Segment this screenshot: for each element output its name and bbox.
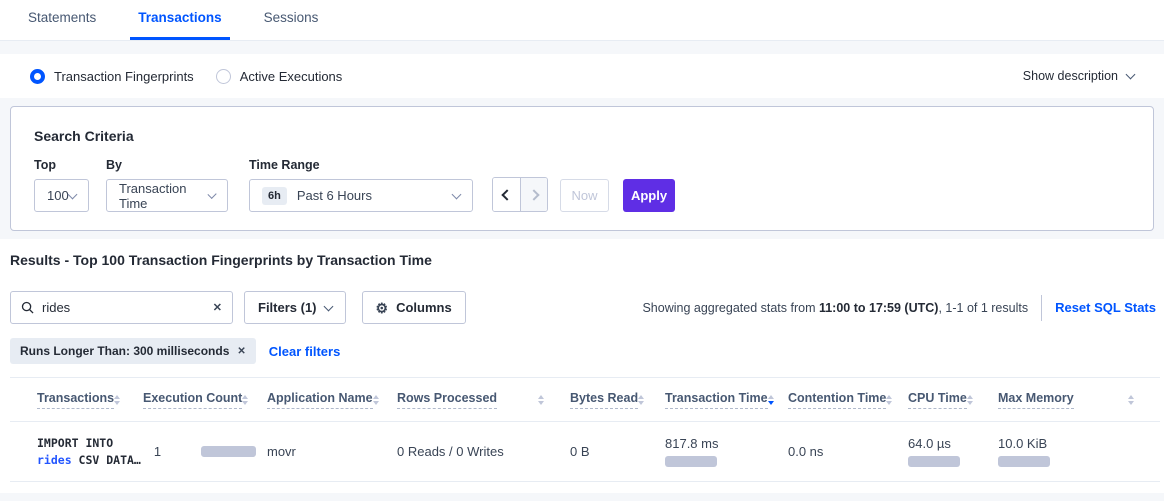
- sort-icon[interactable]: [638, 395, 644, 405]
- search-criteria-title: Search Criteria: [34, 128, 1130, 144]
- sort-icon[interactable]: [373, 395, 379, 405]
- execution-count-bar: [201, 446, 256, 457]
- column-header-transactions[interactable]: Transactions: [10, 378, 143, 422]
- radio-active-executions[interactable]: Active Executions: [216, 69, 343, 84]
- stats-time-range: 11:00 to 17:59 (UTC): [819, 301, 938, 315]
- results-toolbar: ✕ Filters (1) ⚙ Columns Showing aggregat…: [10, 291, 1156, 324]
- time-window-nav: [492, 177, 548, 212]
- sort-descending-icon[interactable]: [768, 395, 774, 405]
- radio-label: Transaction Fingerprints: [54, 69, 194, 84]
- show-description-label: Show description: [1023, 69, 1118, 83]
- transactions-table: Transactions Execution Count Application…: [10, 377, 1160, 482]
- sort-icon[interactable]: [886, 395, 892, 405]
- cell-bytes-read: 0 B: [570, 422, 665, 482]
- filter-chip[interactable]: Runs Longer Than: 300 milliseconds ✕: [10, 338, 256, 364]
- now-button[interactable]: Now: [560, 179, 609, 212]
- table-row: IMPORT INTO rides CSV DATA… 1 movr 0 Rea…: [10, 422, 1160, 482]
- filters-button[interactable]: Filters (1): [244, 291, 346, 324]
- radio-unselected-icon: [216, 69, 231, 84]
- cell-max-memory: 10.0 KiB: [998, 422, 1160, 482]
- apply-button[interactable]: Apply: [623, 179, 675, 212]
- time-range-value: Past 6 Hours: [297, 188, 372, 203]
- table-header-row: Transactions Execution Count Application…: [10, 378, 1160, 422]
- by-select[interactable]: Transaction Time: [106, 179, 228, 212]
- results-heading: Results - Top 100 Transaction Fingerprin…: [10, 252, 1156, 268]
- radio-selected-icon: [30, 69, 45, 84]
- tab-transactions[interactable]: Transactions: [130, 10, 229, 40]
- clear-filters-link[interactable]: Clear filters: [269, 344, 341, 359]
- results-section: Results - Top 100 Transaction Fingerprin…: [0, 239, 1164, 493]
- toolbar-right: Showing aggregated stats from 11:00 to 1…: [642, 295, 1156, 321]
- time-range-select[interactable]: 6h Past 6 Hours: [249, 179, 473, 212]
- vertical-divider: [1041, 295, 1042, 321]
- cell-application-name: movr: [267, 422, 397, 482]
- remove-filter-icon[interactable]: ✕: [237, 346, 245, 357]
- sort-icon[interactable]: [1128, 395, 1134, 405]
- cell-transaction-time: 817.8 ms: [665, 422, 788, 482]
- filter-chip-label: Runs Longer Than: 300 milliseconds: [20, 344, 229, 358]
- search-box[interactable]: ✕: [10, 291, 233, 324]
- column-header-transaction-time[interactable]: Transaction Time: [665, 378, 788, 422]
- chevron-down-icon: [1126, 70, 1136, 80]
- chevron-down-icon: [452, 189, 462, 199]
- column-header-contention-time[interactable]: Contention Time: [788, 378, 908, 422]
- sort-icon[interactable]: [242, 395, 248, 405]
- cell-transaction-fingerprint[interactable]: IMPORT INTO rides CSV DATA…: [10, 422, 143, 482]
- cell-cpu-time: 64.0 µs: [908, 422, 998, 482]
- reset-sql-stats-link[interactable]: Reset SQL Stats: [1055, 300, 1156, 315]
- radio-transaction-fingerprints[interactable]: Transaction Fingerprints: [30, 69, 194, 84]
- search-criteria-card: Search Criteria Top 100 By Transaction T…: [10, 106, 1154, 231]
- tab-statements[interactable]: Statements: [20, 10, 104, 40]
- show-description-toggle[interactable]: Show description: [1023, 69, 1134, 83]
- search-icon: [21, 301, 34, 314]
- column-header-bytes-read[interactable]: Bytes Read: [570, 378, 665, 422]
- chevron-down-icon: [68, 189, 78, 199]
- by-select-value: Transaction Time: [119, 181, 209, 211]
- cpu-time-bar: [908, 456, 960, 467]
- top-select-value: 100: [47, 188, 69, 203]
- search-match-highlight: rides: [37, 453, 72, 467]
- column-header-execution-count[interactable]: Execution Count: [143, 378, 267, 422]
- sort-icon[interactable]: [114, 395, 120, 405]
- view-toggle-bar: Transaction Fingerprints Active Executio…: [0, 54, 1164, 98]
- search-input[interactable]: [42, 300, 213, 315]
- active-filters-row: Runs Longer Than: 300 milliseconds ✕ Cle…: [10, 338, 1156, 364]
- transaction-time-bar: [665, 456, 717, 467]
- clear-search-icon[interactable]: ✕: [213, 301, 222, 314]
- chevron-left-icon: [501, 189, 512, 200]
- top-label: Top: [34, 158, 106, 172]
- previous-time-window-button[interactable]: [493, 178, 520, 211]
- column-header-cpu-time[interactable]: CPU Time: [908, 378, 998, 422]
- columns-button-label: Columns: [396, 300, 452, 315]
- gear-icon: ⚙: [376, 301, 389, 315]
- column-header-application-name[interactable]: Application Name: [267, 378, 397, 422]
- column-header-max-memory[interactable]: Max Memory: [998, 378, 1160, 422]
- tab-sessions[interactable]: Sessions: [256, 10, 327, 40]
- cell-rows-processed: 0 Reads / 0 Writes: [397, 422, 570, 482]
- aggregated-stats-text: Showing aggregated stats from 11:00 to 1…: [642, 301, 1028, 315]
- sort-icon[interactable]: [967, 395, 973, 405]
- chevron-right-icon: [528, 189, 539, 200]
- max-memory-bar: [998, 456, 1050, 467]
- by-label: By: [106, 158, 249, 172]
- page-tabs: Statements Transactions Sessions: [0, 0, 1164, 41]
- top-select[interactable]: 100: [34, 179, 89, 212]
- time-range-badge: 6h: [262, 187, 287, 205]
- column-header-rows-processed[interactable]: Rows Processed: [397, 378, 570, 422]
- filters-button-label: Filters (1): [258, 300, 317, 315]
- sort-icon[interactable]: [538, 395, 544, 405]
- cell-execution-count: 1: [143, 422, 267, 482]
- columns-button[interactable]: ⚙ Columns: [362, 291, 466, 324]
- chevron-down-icon: [323, 301, 333, 311]
- next-time-window-button[interactable]: [520, 178, 547, 211]
- cell-contention-time: 0.0 ns: [788, 422, 908, 482]
- time-range-label: Time Range: [249, 158, 492, 172]
- radio-label: Active Executions: [240, 69, 343, 84]
